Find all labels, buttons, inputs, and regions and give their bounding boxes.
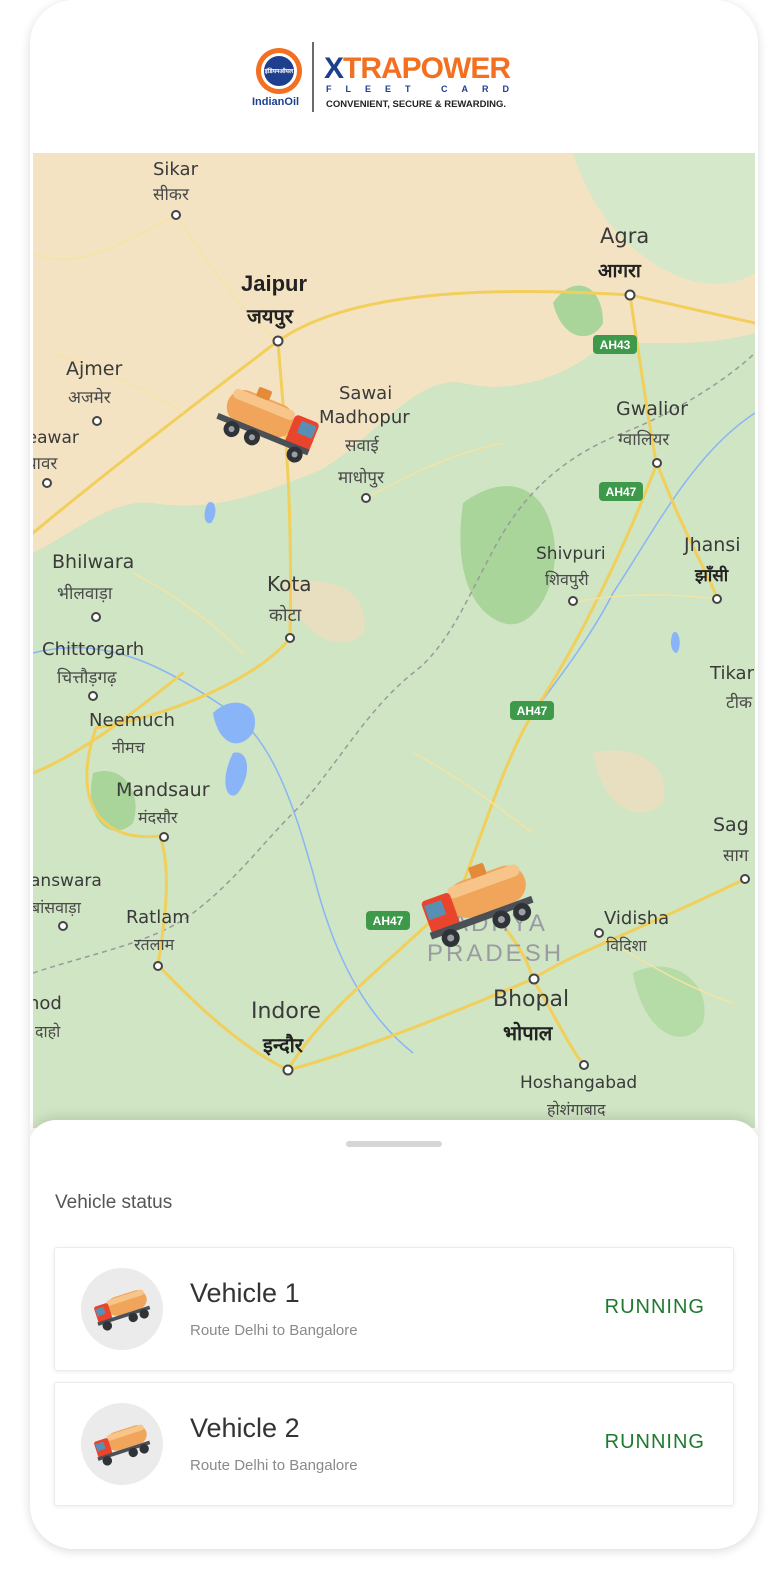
vehicle-avatar	[81, 1268, 163, 1350]
city-label-madhopur-hi: माधोपुर	[338, 467, 385, 488]
city-label-bhilwara-hi: भीलवाड़ा	[57, 583, 113, 604]
lake	[204, 502, 216, 524]
city-label-banswara: answara	[33, 871, 102, 891]
city-label-agra-hi: आगरा	[598, 261, 642, 282]
highway-shield-ah47: AH47	[510, 701, 554, 720]
city-label-neemuch: Neemuch	[89, 710, 175, 731]
vehicle-name: Vehicle 2	[190, 1413, 300, 1443]
city-label-gwalior-hi: ग्वालियर	[618, 429, 670, 450]
vehicle-route: Route Delhi to Bangalore	[190, 1457, 358, 1474]
city-label-mandsaur-hi: मंदसौर	[138, 808, 178, 827]
vehicle-2-marker[interactable]	[413, 851, 538, 953]
city-label-tikamgarh-hi: टीक	[726, 692, 753, 713]
tanker-truck-icon	[94, 1424, 151, 1466]
city-label-sawai-hi: सवाई	[345, 435, 380, 456]
phone-frame: इंडियनऑयल IndianOil XTRAPOWER FLEET CARD…	[30, 0, 758, 1549]
city-label-shivpuri-hi: शिवपुरी	[545, 570, 590, 590]
city-label-ratlam: Ratlam	[126, 907, 190, 928]
city-label-sikar-hi: सीकर	[153, 184, 190, 205]
city-label-bhilwara: Bhilwara	[52, 551, 134, 573]
city-label-indore: Indore	[251, 999, 321, 1024]
sheet-drag-handle[interactable]	[346, 1141, 442, 1147]
brand-logo: इंडियनऑयल IndianOil XTRAPOWER FLEET CARD…	[252, 40, 542, 116]
vehicle-status-badge: RUNNING	[604, 1296, 705, 1318]
indianoil-logo-icon: इंडियनऑयल	[256, 48, 302, 94]
city-label-ratlam-hi: रतलाम	[134, 935, 175, 954]
vehicle-status-sheet: Vehicle status Vehicle 1 Route Delhi to …	[30, 1120, 758, 1549]
app-header: इंडियनऑयल IndianOil XTRAPOWER FLEET CARD…	[30, 0, 758, 153]
city-label-sikar: Sikar	[153, 159, 199, 180]
city-label-chittorgarh: Chittorgarh	[42, 639, 144, 660]
xtrapower-title: XTRAPOWER	[324, 52, 511, 85]
map-canvas[interactable]: AH43 AH47 AH47 AH47 MADHYA PRADESH Sikar…	[33, 153, 755, 1128]
brand-tagline: CONVENIENT, SECURE & REWARDING.	[326, 99, 506, 110]
city-label-vidisha-hi: विदिशा	[606, 936, 648, 955]
svg-text:AH47: AH47	[373, 914, 404, 928]
highway-shield-ah47: AH47	[599, 482, 643, 501]
city-label-kota: Kota	[267, 572, 311, 596]
svg-text:AH43: AH43	[600, 338, 631, 352]
tanker-truck-icon	[94, 1289, 151, 1331]
city-label-neemuch-hi: नीमच	[112, 738, 146, 757]
city-label-mandsaur: Mandsaur	[116, 779, 210, 801]
city-label-agra: Agra	[600, 224, 649, 248]
city-label-jaipur: Jaipur	[241, 271, 307, 296]
vehicle-card-1[interactable]: Vehicle 1 Route Delhi to Bangalore RUNNI…	[54, 1247, 734, 1371]
city-label-gwalior: Gwalior	[616, 398, 688, 420]
logo-divider	[312, 42, 314, 112]
vehicle-map[interactable]: AH43 AH47 AH47 AH47 MADHYA PRADESH Sikar…	[33, 153, 755, 1128]
city-label-dahod: hod	[33, 993, 62, 1014]
vehicle-card-2[interactable]: Vehicle 2 Route Delhi to Bangalore RUNNI…	[54, 1382, 734, 1506]
vehicle-route: Route Delhi to Bangalore	[190, 1322, 358, 1339]
indianoil-hindi-text: इंडियनऑयल	[264, 68, 294, 75]
city-label-jaipur-hi: जयपुर	[246, 306, 294, 329]
city-label-chittorgarh-hi: चित्तौड़गढ़	[57, 667, 117, 688]
highway-shield-ah43: AH43	[593, 335, 637, 354]
city-label-kota-hi: कोटा	[269, 604, 302, 626]
city-label-tikamgarh: Tikar	[709, 663, 755, 684]
city-label-beawar: Beawar	[33, 428, 79, 448]
city-label-indore-hi: इन्दौर	[262, 1033, 304, 1057]
sheet-title: Vehicle status	[55, 1192, 173, 1213]
city-label-ajmer-hi: अजमेर	[68, 387, 112, 408]
vehicle-name: Vehicle 1	[190, 1278, 300, 1308]
city-label-banswara-hi: बांसवाड़ा	[33, 898, 82, 917]
lake	[670, 632, 680, 653]
city-label-beawar-hi: ब्यावर	[33, 454, 58, 474]
forest-patch	[633, 966, 705, 1037]
city-label-ajmer: Ajmer	[66, 358, 122, 380]
lake	[213, 702, 255, 744]
lake	[225, 752, 248, 796]
city-label-hoshangabad-hi: होशंगाबाद	[547, 1100, 606, 1119]
highway-shield-ah47: AH47	[366, 911, 410, 930]
city-label-bhopal-hi: भोपाल	[503, 1021, 554, 1045]
city-label-jhansi-hi: झाँसी	[694, 565, 729, 585]
terrain-patch	[593, 750, 665, 813]
vehicle-status-badge: RUNNING	[604, 1431, 705, 1453]
svg-text:AH47: AH47	[517, 704, 548, 718]
indianoil-label: IndianOil	[252, 96, 300, 108]
city-label-dahod-hi: दाहो	[35, 1022, 61, 1041]
city-label-jhansi: Jhansi	[683, 534, 741, 556]
city-label-madhopur: Madhopur	[319, 407, 410, 428]
svg-text:AH47: AH47	[606, 485, 637, 499]
vehicle-avatar	[81, 1403, 163, 1485]
city-label-sagar: Sag	[713, 814, 749, 836]
city-label-hoshangabad: Hoshangabad	[520, 1073, 637, 1093]
city-label-vidisha: Vidisha	[604, 908, 669, 929]
fleet-card-label: FLEET CARD	[326, 84, 523, 94]
city-label-sawai: Sawai	[339, 383, 392, 404]
city-label-shivpuri: Shivpuri	[536, 544, 606, 564]
city-label-bhopal: Bhopal	[493, 987, 569, 1012]
city-label-sagar-hi: साग	[723, 846, 749, 866]
